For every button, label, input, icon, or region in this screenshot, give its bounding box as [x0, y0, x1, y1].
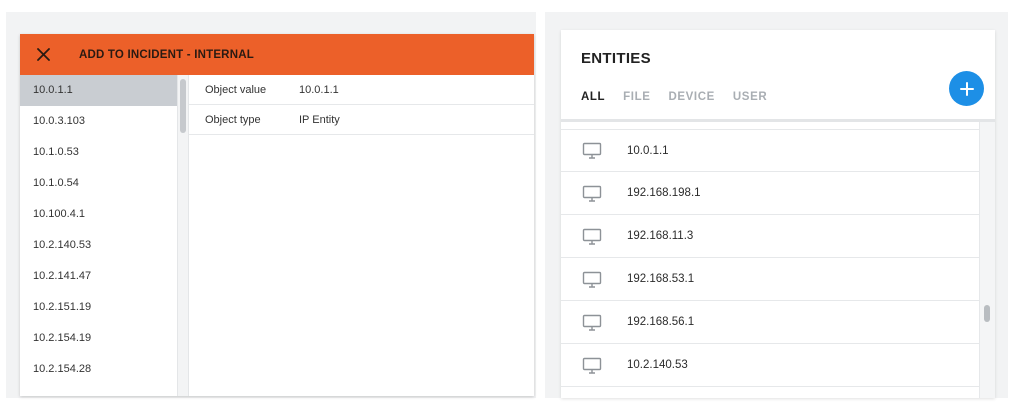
entity-row[interactable]: 10.0.1.1 [561, 129, 979, 172]
detail-value: 10.0.1.1 [299, 83, 339, 96]
ip-list-item[interactable]: 10.1.0.53 [20, 137, 177, 168]
close-icon [36, 48, 50, 61]
detail-label: Object value [205, 83, 267, 96]
entities-card: ENTITIES ALL FILE DEVICE USER 10.0.1.1 192.1… [561, 30, 995, 398]
detail-row: Object type IP Entity [189, 105, 534, 135]
entity-label: 192.168.11.3 [627, 230, 694, 242]
monitor-icon [582, 357, 606, 374]
entity-label: 192.168.56.1 [627, 316, 695, 328]
detail-label: Object type [205, 113, 261, 126]
modal-header: ADD TO INCIDENT - INTERNAL [20, 34, 534, 75]
ip-list-item[interactable]: 10.2.140.53 [20, 230, 177, 261]
ip-list-item[interactable]: 10.100.4.1 [20, 199, 177, 230]
ip-address-list: 10.0.1.1 10.0.3.103 10.1.0.53 10.1.0.54 10.1… [20, 75, 177, 396]
entity-label: 192.168.198.1 [627, 187, 701, 199]
entity-row[interactable]: 192.168.53.1 [561, 258, 979, 301]
tab-all[interactable]: ALL [581, 91, 605, 103]
entity-label: 192.168.53.1 [627, 273, 695, 285]
entity-row[interactable]: 10.2.140.53 [561, 344, 979, 387]
ip-list-item[interactable]: 10.2.154.19 [20, 323, 177, 354]
entity-row[interactable]: 192.168.56.1 [561, 301, 979, 344]
entity-list-scroll-thumb[interactable] [984, 305, 990, 322]
add-entity-button[interactable] [949, 71, 984, 106]
entities-panel: ENTITIES ALL FILE DEVICE USER 10.0.1.1 192.1… [545, 12, 1008, 398]
ip-list-item[interactable]: 10.2.151.19 [20, 292, 177, 323]
tab-divider [561, 119, 995, 122]
monitor-icon [582, 185, 606, 202]
detail-row: Object value 10.0.1.1 [189, 75, 534, 105]
detail-value: IP Entity [299, 113, 340, 126]
entities-title: ENTITIES [581, 50, 651, 67]
tab-file[interactable]: FILE [623, 91, 650, 103]
ip-list-scroll-thumb[interactable] [180, 79, 186, 133]
add-to-incident-panel: ADD TO INCIDENT - INTERNAL 10.0.1.1 10.0.… [6, 12, 536, 398]
ip-list-item[interactable]: 10.0.1.1 [20, 75, 177, 106]
add-to-incident-modal: ADD TO INCIDENT - INTERNAL 10.0.1.1 10.0.… [20, 34, 534, 396]
ip-list-item[interactable]: 10.0.3.103 [20, 106, 177, 137]
monitor-icon [582, 228, 606, 245]
entity-row[interactable]: 192.168.11.3 [561, 215, 979, 258]
entity-row[interactable]: 192.168.198.1 [561, 172, 979, 215]
close-button[interactable] [20, 34, 66, 75]
ip-list-item[interactable]: 10.1.0.54 [20, 168, 177, 199]
entity-list: 10.0.1.1 192.168.198.1 192.168.11.3 192.168… [561, 129, 979, 387]
plus-icon [959, 81, 974, 96]
monitor-icon [582, 142, 606, 159]
tab-device[interactable]: DEVICE [668, 91, 714, 103]
ip-list-item[interactable]: 10.2.141.47 [20, 261, 177, 292]
tab-user[interactable]: USER [733, 91, 767, 103]
monitor-icon [582, 314, 606, 331]
ip-list-scrollbar[interactable] [177, 75, 189, 396]
ip-list-item[interactable]: 10.2.154.28 [20, 354, 177, 385]
entity-filter-tabs: ALL FILE DEVICE USER [581, 91, 785, 103]
entity-label: 10.2.140.53 [627, 359, 688, 371]
entity-list-scrollbar[interactable] [979, 122, 995, 398]
object-details: Object value 10.0.1.1 Object type IP Entity [189, 75, 534, 396]
monitor-icon [582, 271, 606, 288]
entity-label: 10.0.1.1 [627, 144, 669, 157]
modal-title: ADD TO INCIDENT - INTERNAL [79, 48, 254, 61]
